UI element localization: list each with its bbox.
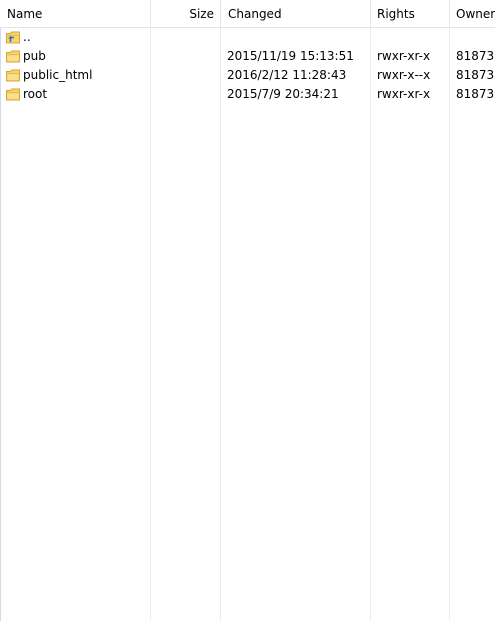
table-row-public-html[interactable]: public_html 2016/2/12 11:28:43 rwxr-x--x… xyxy=(0,66,495,85)
file-name: root xyxy=(23,87,48,101)
file-name-cell: public_html xyxy=(5,66,150,85)
file-changed: 2015/7/9 20:34:21 xyxy=(227,87,339,101)
column-header-owner[interactable]: Owner xyxy=(450,0,495,27)
file-rows: .. pub 2015/11/19 15:13:51 rwxr-xr-x 818… xyxy=(0,28,495,104)
file-rights: rwxr-xr-x xyxy=(377,87,431,101)
file-rights: rwxr-xr-x xyxy=(377,49,431,63)
column-header-size-label: Size xyxy=(189,7,214,21)
file-name-cell: root xyxy=(5,85,150,104)
file-name-cell: .. xyxy=(5,28,150,47)
sort-ascending-icon: ˄ xyxy=(72,0,76,3)
column-header-size[interactable]: Size xyxy=(151,0,221,27)
column-divider xyxy=(220,28,221,621)
file-rights: rwxr-x--x xyxy=(377,68,431,82)
column-header-owner-label: Owner xyxy=(456,7,495,21)
file-owner: 8187320 xyxy=(456,68,495,82)
folder-icon xyxy=(6,50,20,62)
file-name-cell: pub xyxy=(5,47,150,66)
file-changed: 2016/2/12 11:28:43 xyxy=(227,68,347,82)
table-row-parent[interactable]: .. xyxy=(0,28,495,47)
file-name: pub xyxy=(23,49,46,63)
file-name: public_html xyxy=(23,68,93,82)
file-name: .. xyxy=(23,30,31,44)
column-header-rights[interactable]: Rights xyxy=(371,0,450,27)
table-row-root[interactable]: root 2015/7/9 20:34:21 rwxr-xr-x 8187320 xyxy=(0,85,495,104)
column-divider xyxy=(449,28,450,621)
column-divider xyxy=(370,28,371,621)
file-owner: 8187320 xyxy=(456,87,495,101)
column-header-rights-label: Rights xyxy=(377,7,415,21)
table-row-pub[interactable]: pub 2015/11/19 15:13:51 rwxr-xr-x 818732… xyxy=(0,47,495,66)
column-header-name[interactable]: ˄ Name xyxy=(0,0,151,27)
column-header-name-label: Name xyxy=(7,7,43,21)
file-changed: 2015/11/19 15:13:51 xyxy=(227,49,354,63)
remote-file-list[interactable]: ˄ Name Size Changed Rights Owner .. xyxy=(0,0,495,621)
column-header-changed-label: Changed xyxy=(228,7,282,21)
column-divider xyxy=(150,28,151,621)
column-header-changed[interactable]: Changed xyxy=(221,0,371,27)
column-header: ˄ Name Size Changed Rights Owner xyxy=(0,0,495,28)
folder-icon xyxy=(6,88,20,100)
file-owner: 8187320 xyxy=(456,49,495,63)
folder-icon xyxy=(6,69,20,81)
parent-folder-icon xyxy=(6,31,20,43)
